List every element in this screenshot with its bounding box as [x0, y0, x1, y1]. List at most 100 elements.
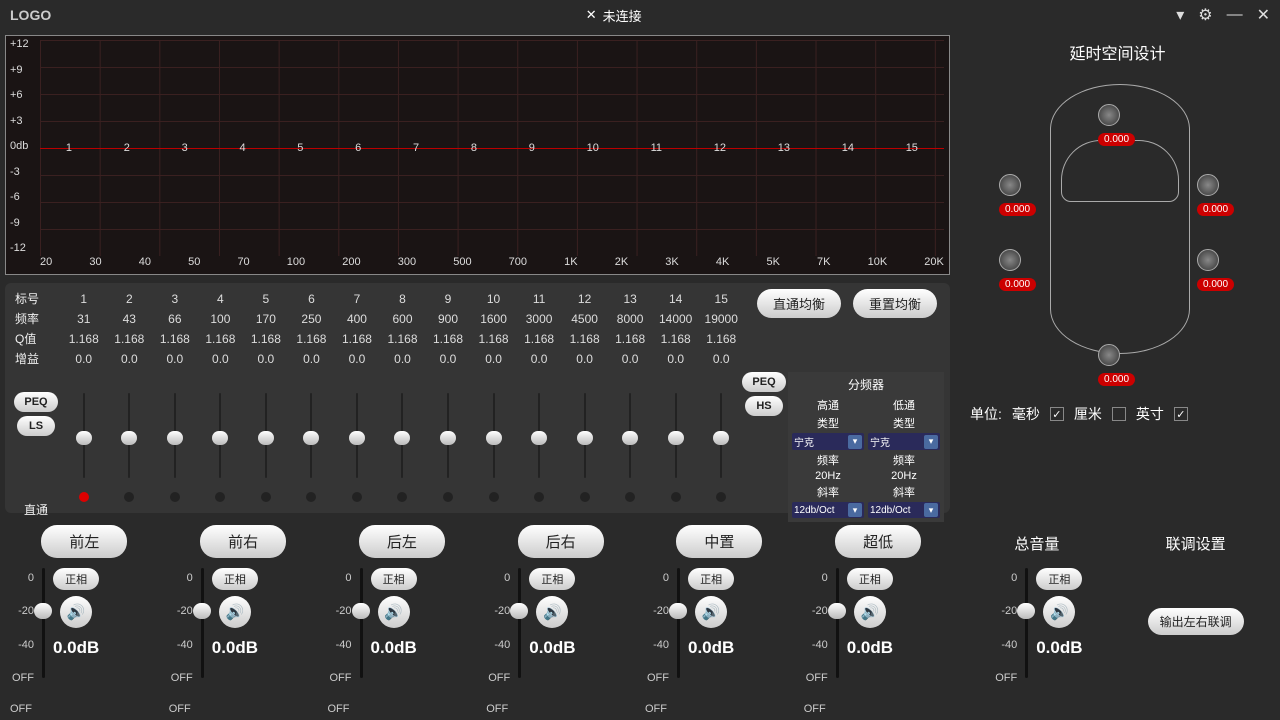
unit-label: 单位: [970, 404, 1002, 424]
channel-slider[interactable] [42, 568, 45, 678]
mute-button[interactable]: 🔊 [60, 596, 92, 628]
peq-button[interactable]: PEQ [14, 392, 57, 412]
channel-slider[interactable] [677, 568, 680, 678]
eq-slider-10[interactable] [471, 372, 517, 522]
eq-slider-8[interactable] [380, 372, 426, 522]
phase-button[interactable]: 正相 [53, 568, 99, 590]
channel-slider[interactable] [836, 568, 839, 678]
output-link-button[interactable]: 输出左右联调 [1148, 608, 1244, 635]
eq-slider-5[interactable] [243, 372, 289, 522]
window-controls: ▾ ⚙ — ✕ [1176, 5, 1270, 25]
channel-header[interactable]: 前左 [41, 525, 127, 558]
off-label: OFF [484, 703, 508, 715]
delay-panel: 延时空间设计 0.000 0.000 0.000 0.000 0.000 0.000 单位… [955, 30, 1280, 520]
speaker-right-upper[interactable]: 0.000 [1197, 174, 1219, 216]
speaker-right-lower[interactable]: 0.000 [1197, 249, 1219, 291]
menu-icon[interactable]: ▾ [1176, 5, 1184, 25]
close-icon[interactable]: ✕ [1257, 5, 1270, 25]
channel-slider[interactable] [360, 568, 363, 678]
channel-header[interactable]: 中置 [676, 525, 762, 558]
hp-freq-value: 20Hz [792, 470, 864, 482]
crossover-title: 分频器 [792, 376, 940, 393]
connection-status: ✕ 未连接 [51, 6, 1176, 25]
channel-header[interactable]: 前右 [200, 525, 286, 558]
channel-db: 0.0dB [847, 638, 893, 658]
eq-slider-13[interactable] [607, 372, 653, 522]
speaker-left-lower[interactable]: 0.000 [999, 249, 1021, 291]
unit-ms-check[interactable] [1050, 407, 1064, 421]
unit-cm[interactable]: 厘米 [1074, 404, 1102, 424]
channel-db: 0.0dB [688, 638, 734, 658]
eq-slider-2[interactable] [107, 372, 153, 522]
eq-graph[interactable]: +12+9+6+30db-3-6-9-12 123456789101112131… [5, 35, 950, 275]
channel: 中置0-20-40OFF正相🔊0.0dBOFF [643, 525, 796, 715]
lp-type-select[interactable]: 宁克▾ [868, 433, 940, 450]
speaker-top-center[interactable]: 0.000 [1098, 104, 1120, 146]
mute-button[interactable]: 🔊 [695, 596, 727, 628]
bypass-eq-button[interactable]: 直通均衡 [757, 289, 841, 318]
unit-in-check[interactable] [1174, 407, 1188, 421]
status-text: 未连接 [603, 6, 642, 25]
car-body-outline [1050, 84, 1190, 354]
mute-button[interactable]: 🔊 [536, 596, 568, 628]
off-label: OFF [802, 703, 826, 715]
phase-button[interactable]: 正相 [847, 568, 893, 590]
channel-header[interactable]: 后左 [359, 525, 445, 558]
disconnected-icon: ✕ [586, 7, 597, 23]
eq-slider-15[interactable] [698, 372, 744, 522]
car-diagram: 0.000 0.000 0.000 0.000 0.000 0.000 [960, 84, 1275, 384]
eq-slider-3[interactable] [152, 372, 198, 522]
hp-slope-select[interactable]: 12db/Oct▾ [792, 502, 864, 518]
peq2-button[interactable]: PEQ [742, 372, 785, 392]
eq-slider-6[interactable] [289, 372, 335, 522]
eq-slider-11[interactable] [516, 372, 562, 522]
channel-header[interactable]: 后右 [518, 525, 604, 558]
lp-label: 低通 [868, 397, 940, 413]
channel-slider[interactable] [201, 568, 204, 678]
speaker-left-upper[interactable]: 0.000 [999, 174, 1021, 216]
eq-slider-14[interactable] [653, 372, 699, 522]
hp-type-label: 类型 [792, 415, 864, 431]
y-axis-ticks: +12+9+6+30db-3-6-9-12 [6, 36, 40, 256]
phase-button[interactable]: 正相 [212, 568, 258, 590]
channel: 前左0-20-40OFF正相🔊0.0dBOFF [8, 525, 161, 715]
phase-button[interactable]: 正相 [688, 568, 734, 590]
eq-slider-1[interactable] [61, 372, 107, 522]
master-mute-button[interactable]: 🔊 [1043, 596, 1075, 628]
ls-button[interactable]: LS [17, 416, 55, 436]
gear-icon[interactable]: ⚙ [1198, 5, 1212, 25]
title-bar: LOGO ✕ 未连接 ▾ ⚙ — ✕ [0, 0, 1280, 30]
master-slider[interactable] [1025, 568, 1028, 678]
off-label: OFF [167, 703, 191, 715]
channels-area: 前左0-20-40OFF正相🔊0.0dBOFF前右0-20-40OFF正相🔊0.… [0, 520, 1280, 720]
eq-slider-9[interactable] [425, 372, 471, 522]
unit-ms[interactable]: 毫秒 [1012, 404, 1040, 424]
eq-slider-12[interactable] [562, 372, 608, 522]
phase-button[interactable]: 正相 [371, 568, 417, 590]
lp-slope-select[interactable]: 12db/Oct▾ [868, 502, 940, 518]
channel-db: 0.0dB [529, 638, 575, 658]
speaker-bottom-center[interactable]: 0.000 [1098, 344, 1120, 386]
link-title: 联调设置 [1166, 533, 1226, 554]
mute-button[interactable]: 🔊 [378, 596, 410, 628]
minimize-icon[interactable]: — [1227, 6, 1243, 24]
delay-title: 延时空间设计 [960, 40, 1275, 64]
hp-type-select[interactable]: 宁克▾ [792, 433, 864, 450]
hs-button[interactable]: HS [745, 396, 783, 416]
channel-header[interactable]: 超低 [835, 525, 921, 558]
channel-db: 0.0dB [53, 638, 99, 658]
eq-slider-4[interactable] [198, 372, 244, 522]
mute-button[interactable]: 🔊 [854, 596, 886, 628]
hp-label: 高通 [792, 397, 864, 413]
eq-sliders [61, 372, 744, 522]
master-phase-button[interactable]: 正相 [1036, 568, 1082, 590]
reset-eq-button[interactable]: 重置均衡 [853, 289, 937, 318]
unit-in[interactable]: 英寸 [1136, 404, 1164, 424]
phase-button[interactable]: 正相 [529, 568, 575, 590]
channel-slider[interactable] [518, 568, 521, 678]
off-label: OFF [8, 703, 32, 715]
unit-cm-check[interactable] [1112, 407, 1126, 421]
eq-slider-7[interactable] [334, 372, 380, 522]
crossover-panel: 分频器 高通 类型 宁克▾ 频率 20Hz 斜率 12db/Oct▾ [788, 372, 944, 522]
mute-button[interactable]: 🔊 [219, 596, 251, 628]
